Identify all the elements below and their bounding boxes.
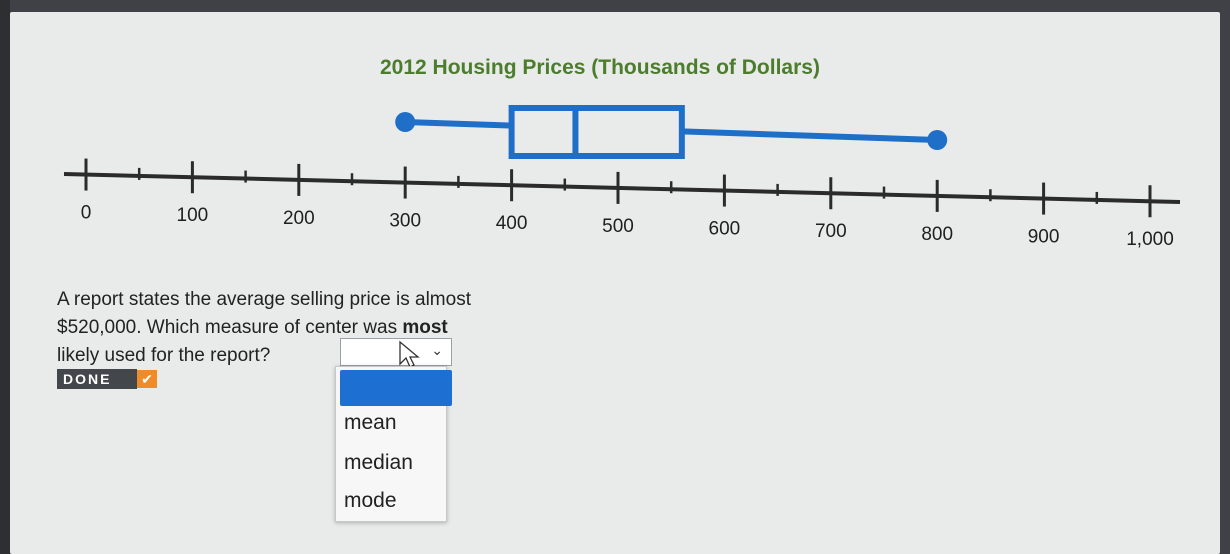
tick-label: 500 xyxy=(602,216,634,237)
maximum-point xyxy=(927,130,948,150)
upper-whisker xyxy=(681,128,938,143)
dropdown-option-mean[interactable]: mean xyxy=(344,411,397,435)
lower-whisker xyxy=(405,119,512,129)
minimum-point xyxy=(395,112,416,132)
tick-label: 0 xyxy=(81,203,92,224)
answer-dropdown-menu: mean median mode xyxy=(335,366,452,522)
number-line xyxy=(63,172,1181,204)
tick-label: 100 xyxy=(177,205,209,226)
tick-label: 1,000 xyxy=(1126,229,1174,250)
question-line-1: A report states the average selling pric… xyxy=(57,289,471,310)
question-line-2-bold: most xyxy=(402,317,448,338)
tick-label: 400 xyxy=(496,213,528,234)
iqr-box xyxy=(508,105,685,159)
question-line-2-text: $520,000. Which measure of center was xyxy=(57,317,403,338)
done-button[interactable]: DONE ✔ xyxy=(57,369,165,389)
tick-label: 200 xyxy=(283,208,315,229)
box-plot-svg: 0 100 200 300 400 500 600 700 800 900 1,000 xyxy=(63,105,1181,250)
dropdown-option-median[interactable]: median xyxy=(344,451,413,475)
dropdown-option-mode[interactable]: mode xyxy=(344,489,397,513)
dropdown-highlighted-blank-option[interactable] xyxy=(340,370,452,406)
tick-label: 900 xyxy=(1028,227,1060,248)
tick-label: 300 xyxy=(389,211,421,232)
tick-label: 700 xyxy=(815,221,847,242)
chart-title: 2012 Housing Prices (Thousands of Dollar… xyxy=(380,56,820,79)
tick-label: 600 xyxy=(709,219,741,240)
check-icon[interactable]: ✔ xyxy=(137,370,157,388)
done-label[interactable]: DONE xyxy=(57,369,137,389)
tick-label: 800 xyxy=(921,224,953,245)
question-panel xyxy=(10,12,1220,554)
chevron-down-icon[interactable]: ⌄ xyxy=(431,342,443,359)
left-edge xyxy=(0,0,10,554)
box-plot: 0 100 200 300 400 500 600 700 800 900 1,000 xyxy=(50,100,1190,260)
answer-select[interactable]: ⌄ xyxy=(340,338,452,366)
